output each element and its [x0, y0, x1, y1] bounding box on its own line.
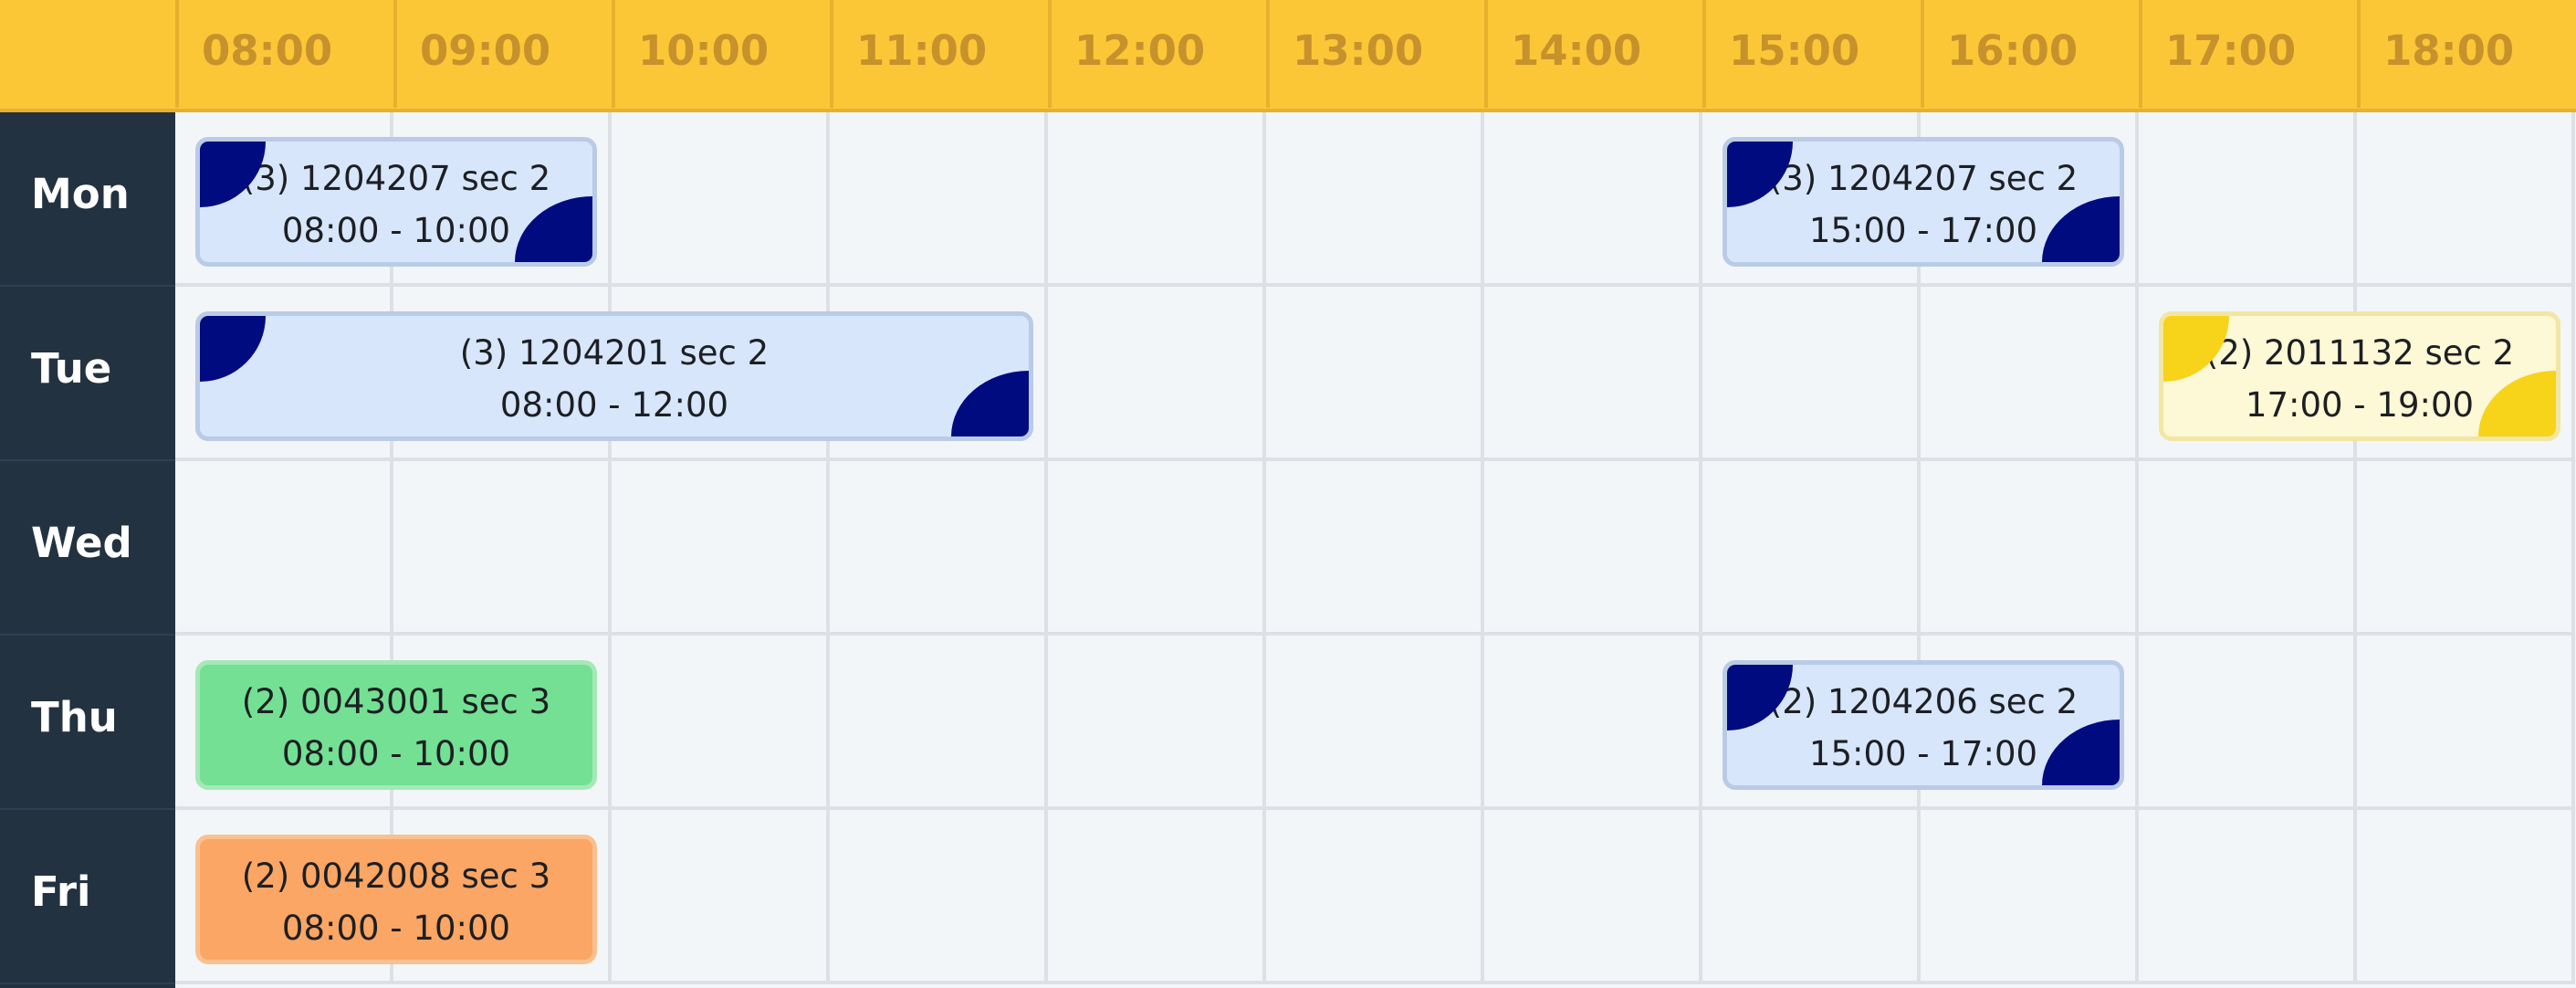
grid-cell[interactable] [1266, 461, 1484, 636]
grid-cell[interactable] [612, 112, 830, 287]
event-block[interactable]: (3) 1204207 sec 2 15:00 - 17:00 [1723, 137, 2124, 267]
grid-cell[interactable] [830, 810, 1048, 984]
day-label: Tue [0, 287, 175, 461]
event-title: (2) 0042008 sec 3 [241, 857, 551, 896]
day-label: Thu [0, 636, 175, 810]
grid-cell[interactable] [1921, 461, 2139, 636]
grid-cell[interactable] [1484, 461, 1702, 636]
hour-header: 08:00 09:00 10:00 11:00 12:00 13:00 14:00 15:00… [0, 0, 2576, 112]
event-title: (3) 1204201 sec 2 [459, 333, 770, 373]
grid-cell[interactable] [1484, 287, 1702, 461]
grid-cell[interactable] [830, 636, 1048, 810]
grid-cell[interactable] [2139, 810, 2357, 984]
hour-label: 14:00 [1484, 0, 1702, 108]
grid-cell[interactable] [2139, 461, 2357, 636]
hour-label: 09:00 [393, 0, 612, 108]
timetable: 08:00 09:00 10:00 11:00 12:00 13:00 14:00 15:00… [0, 0, 2576, 988]
event-text: (2) 0043001 sec 3 08:00 - 10:00 [200, 676, 592, 780]
grid-cell[interactable] [2357, 112, 2575, 287]
grid-cell[interactable] [1702, 810, 1921, 984]
grid-cell[interactable] [612, 461, 830, 636]
grid-cell[interactable] [2357, 461, 2575, 636]
grid-cell[interactable] [2139, 636, 2357, 810]
event-block[interactable]: (2) 0042008 sec 3 08:00 - 10:00 [195, 835, 597, 964]
grid-cell[interactable] [1702, 287, 1921, 461]
grid-cell[interactable] [2357, 810, 2575, 984]
hour-label: 08:00 [175, 0, 393, 108]
grid-cell[interactable] [1484, 810, 1702, 984]
hour-label: 11:00 [830, 0, 1048, 108]
grid-cell[interactable] [1048, 287, 1266, 461]
grid-cell[interactable] [1048, 461, 1266, 636]
event-text: (2) 0042008 sec 3 08:00 - 10:00 [200, 850, 592, 954]
grid-cell[interactable] [393, 461, 612, 636]
event-text: (3) 1204201 sec 2 08:00 - 12:00 [200, 327, 1029, 431]
hour-label: 12:00 [1048, 0, 1266, 108]
hour-label: 10:00 [612, 0, 830, 108]
event-time: 08:00 - 10:00 [281, 909, 511, 948]
event-block[interactable]: (2) 0043001 sec 3 08:00 - 10:00 [195, 660, 597, 790]
grid-cell[interactable] [1266, 112, 1484, 287]
grid-cell[interactable] [1266, 636, 1484, 810]
grid-cell[interactable] [1921, 287, 2139, 461]
grid-cell[interactable] [830, 112, 1048, 287]
hour-label: 15:00 [1702, 0, 1921, 108]
event-block[interactable]: (2) 1204206 sec 2 15:00 - 17:00 [1723, 660, 2124, 790]
event-block[interactable]: (2) 2011132 sec 2 17:00 - 19:00 [2159, 311, 2560, 441]
grid-cell[interactable] [1048, 112, 1266, 287]
grid-cell[interactable] [1484, 112, 1702, 287]
hour-label: 13:00 [1266, 0, 1484, 108]
event-block[interactable]: (3) 1204207 sec 2 08:00 - 10:00 [195, 137, 597, 267]
hour-label: 17:00 [2139, 0, 2357, 108]
grid-cell[interactable] [612, 636, 830, 810]
grid-cell[interactable] [175, 461, 393, 636]
hour-label: 18:00 [2357, 0, 2575, 108]
event-time: 08:00 - 12:00 [499, 385, 729, 425]
grid-cell[interactable] [2139, 112, 2357, 287]
event-block[interactable]: (3) 1204201 sec 2 08:00 - 12:00 [195, 311, 1033, 441]
grid-cell[interactable] [1266, 810, 1484, 984]
grid-cell[interactable] [830, 461, 1048, 636]
day-label: Mon [0, 112, 175, 287]
grid-cell[interactable] [1048, 636, 1266, 810]
grid-cell[interactable] [612, 810, 830, 984]
grid-cell[interactable] [1702, 461, 1921, 636]
grid-cell[interactable] [1484, 636, 1702, 810]
grid-cell[interactable] [1921, 810, 2139, 984]
grid-cell[interactable] [1048, 810, 1266, 984]
day-label: Fri [0, 810, 175, 984]
grid-cell[interactable] [2357, 636, 2575, 810]
event-time: 08:00 - 10:00 [281, 734, 511, 773]
day-column: Mon Tue Wed Thu Fri [0, 112, 175, 988]
event-title: (2) 0043001 sec 3 [241, 682, 551, 721]
hour-label: 16:00 [1921, 0, 2139, 108]
day-label: Wed [0, 461, 175, 636]
grid-cell[interactable] [1266, 287, 1484, 461]
